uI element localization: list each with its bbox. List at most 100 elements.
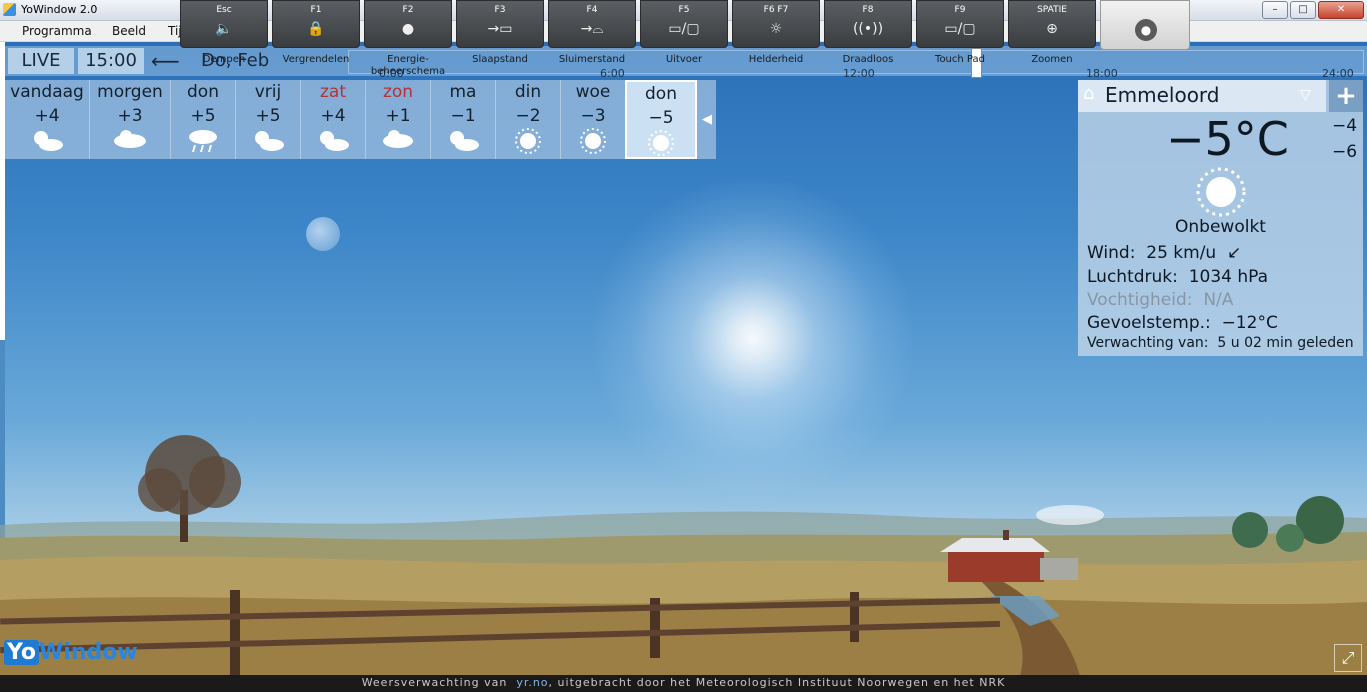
logo-yo: Yo xyxy=(4,640,40,665)
fkey-key: F6 F7 xyxy=(763,5,789,15)
forecast-day[interactable]: din −2 xyxy=(496,80,561,159)
tick-label: 12:00 xyxy=(843,67,875,80)
fkey-f6-f7[interactable]: F6 F7 ☼ Helderheid xyxy=(732,0,820,65)
user-button[interactable]: ● xyxy=(1100,0,1190,50)
fkey-esc[interactable]: Esc 🔈 Dempen xyxy=(180,0,268,65)
day-temp: −2 xyxy=(515,106,541,126)
moon xyxy=(306,217,340,251)
power-plan-icon: ● xyxy=(401,21,415,37)
fkey-f8[interactable]: F8 ((•)) Draadloos xyxy=(824,0,912,65)
speaker-mute-icon: 🔈 xyxy=(215,21,233,37)
wind-row: Wind: 25 km/u ↙ xyxy=(1087,243,1241,263)
wind-value: 25 km/u xyxy=(1146,243,1217,263)
sunny-icon xyxy=(627,129,695,157)
day-temp: +5 xyxy=(255,106,281,126)
day-name: zon xyxy=(382,82,414,102)
sleep-icon: →▭ xyxy=(487,21,513,37)
fkey-key: SPATIE xyxy=(1037,5,1067,15)
forecast-day[interactable]: zon +1 xyxy=(366,80,431,159)
humidity-label: Vochtigheid: xyxy=(1087,290,1193,310)
day-temp: +4 xyxy=(320,106,346,126)
current-time: 15:00 xyxy=(78,48,144,74)
maximize-button[interactable]: □ xyxy=(1290,1,1316,19)
weather-description: Onbewolkt xyxy=(1175,217,1266,237)
fkey-f4[interactable]: F4 →⌓ Sluimerstand xyxy=(548,0,636,65)
fkey-label: Helderheid xyxy=(748,54,804,65)
fkey-key: F1 xyxy=(310,5,322,15)
touchpad-icon: ▭/▢ xyxy=(944,21,976,37)
forecast-time-label: Verwachting van: xyxy=(1087,335,1209,351)
fkey-key: F8 xyxy=(862,5,874,15)
collapse-arrow-icon[interactable]: ◀ xyxy=(702,112,712,127)
location-panel: ⌂ Emmeloord ▽ + −5°C −4 −6 Onbewolkt Win… xyxy=(1078,80,1363,356)
forecast-day[interactable]: vandaag +4 xyxy=(5,80,90,159)
fkey-f5[interactable]: F5 ▭/▢ Uitvoer xyxy=(640,0,728,65)
fkey-f9[interactable]: F9 ▭/▢ Touch Pad xyxy=(916,0,1004,65)
chevron-down-icon[interactable]: ▽ xyxy=(1300,87,1311,103)
fkey-label: Energie-beheerschema xyxy=(370,54,446,77)
day-name: morgen xyxy=(97,82,163,102)
humidity-value: N/A xyxy=(1203,290,1234,310)
day-temp: +4 xyxy=(34,106,60,126)
sunny-icon xyxy=(1195,166,1247,218)
partly-cloudy-icon xyxy=(5,127,89,155)
fkey-f3[interactable]: F3 →▭ Slaapstand xyxy=(456,0,544,65)
temperature-high: −4 xyxy=(1332,116,1358,136)
forecast-day[interactable]: vrij +5 xyxy=(236,80,301,159)
live-button[interactable]: LIVE xyxy=(8,48,74,74)
add-location-button[interactable]: + xyxy=(1329,80,1363,112)
tick-label: 6:00 xyxy=(600,67,625,80)
fkey-label: Sluimerstand xyxy=(558,54,626,65)
forecast-day[interactable]: don +5 xyxy=(171,80,236,159)
rain-icon xyxy=(171,127,235,155)
day-temp: −3 xyxy=(580,106,606,126)
day-temp: +1 xyxy=(385,106,411,126)
credits-link[interactable]: yr.no xyxy=(516,676,548,689)
fkey-label: Uitvoer xyxy=(665,54,703,65)
location-name: Emmeloord xyxy=(1105,83,1220,107)
current-temperature: −5°C xyxy=(1166,112,1289,166)
day-name: vandaag xyxy=(10,82,84,102)
forecast-day[interactable]: ma −1 xyxy=(431,80,496,159)
yowindow-logo[interactable]: Yo Window xyxy=(4,640,138,672)
credits-suffix: , uitgebracht door het Meteorologisch In… xyxy=(548,676,1006,689)
function-key-toolbar: Esc 🔈 Dempen F1 🔒 Vergrendelen F2 ● Ener… xyxy=(180,0,1192,77)
pressure-label: Luchtdruk: xyxy=(1087,267,1178,287)
tick-label: 24:00 xyxy=(1322,67,1354,80)
minimize-button[interactable]: – xyxy=(1262,1,1288,19)
fkey-label: Slaapstand xyxy=(472,54,528,65)
location-selector[interactable]: ⌂ Emmeloord ▽ xyxy=(1078,80,1326,112)
pressure-value: 1034 hPa xyxy=(1188,267,1269,287)
forecast-day[interactable]: zat +4 xyxy=(301,80,366,159)
fkey-space[interactable]: SPATIE ⊕ Zoomen xyxy=(1008,0,1096,65)
partly-cloudy-icon xyxy=(236,127,300,155)
day-name: woe xyxy=(575,82,611,102)
day-name: ma xyxy=(449,82,477,102)
day-name: don xyxy=(187,82,219,102)
day-name: don xyxy=(645,84,677,104)
forecast-day[interactable]: morgen +3 xyxy=(90,80,171,159)
fkey-key: Esc xyxy=(216,5,232,15)
fkey-key: F9 xyxy=(954,5,966,15)
day-temp: −1 xyxy=(450,106,476,126)
day-name: din xyxy=(514,82,542,102)
menu-beeld[interactable]: Beeld xyxy=(112,24,146,38)
day-temp: −5 xyxy=(648,108,674,128)
forecast-day-selected[interactable]: don −5 xyxy=(625,80,697,159)
fkey-f2[interactable]: F2 ● Energie-beheerschema xyxy=(364,0,452,77)
logo-window: Window xyxy=(39,640,138,665)
credits-footer: Weersverwachting van yr.no, uitgebracht … xyxy=(0,675,1367,692)
home-icon: ⌂ xyxy=(1083,83,1095,104)
menu-programma[interactable]: Programma xyxy=(22,24,92,38)
fullscreen-icon[interactable]: ⤢ xyxy=(1334,644,1362,672)
fkey-f1[interactable]: F1 🔒 Vergrendelen xyxy=(272,0,360,65)
cloudy-icon xyxy=(90,127,170,155)
day-temp: +5 xyxy=(190,106,216,126)
temperature-low: −6 xyxy=(1332,142,1358,162)
forecast-day[interactable]: woe −3 xyxy=(561,80,626,159)
sunny-icon xyxy=(561,127,625,155)
display-output-icon: ▭/▢ xyxy=(668,21,700,37)
forecast-time-value: 5 u 02 min geleden xyxy=(1217,335,1354,351)
fkey-label: Touch Pad xyxy=(935,54,985,65)
close-button[interactable]: ✕ xyxy=(1318,1,1364,19)
